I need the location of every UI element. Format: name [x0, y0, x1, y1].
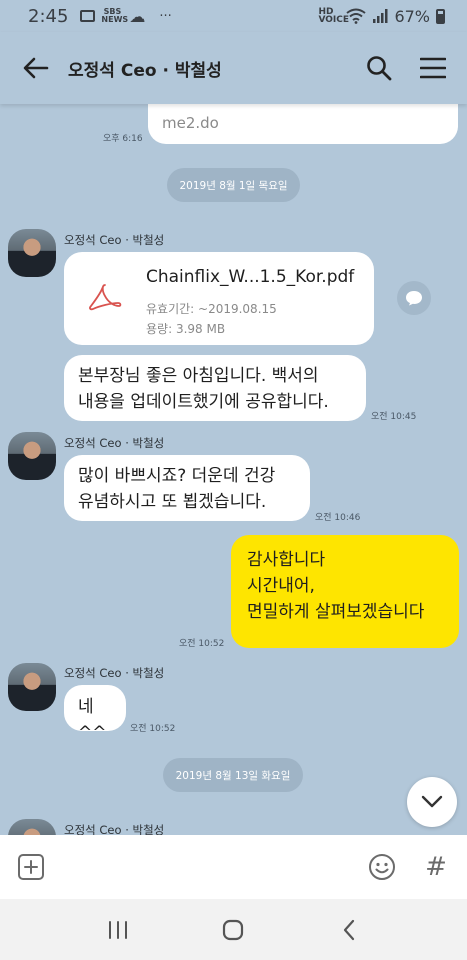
message-time: 오전 10:45 [371, 412, 417, 422]
more-notifications-icon: ··· [159, 8, 172, 24]
hd-voice-icon: HD VOICE [318, 7, 349, 25]
sender-name: 오정석 Ceo · 박철성 [64, 666, 165, 680]
message-text: 면밀하게 살펴보겠습니다 [247, 602, 425, 622]
sender-name: 오정석 Ceo · 박철성 [64, 823, 165, 835]
menu-button[interactable] [419, 54, 447, 82]
home-button[interactable] [218, 915, 248, 945]
recents-icon [108, 920, 127, 939]
message-text: 감사합니다 [247, 550, 326, 570]
sender-avatar[interactable] [8, 432, 56, 480]
message-time: 오전 10:52 [130, 724, 176, 734]
emoji-button[interactable] [367, 852, 397, 882]
message-text: 유념하시고 또 뵙겠습니다. [78, 492, 267, 512]
message-bubble[interactable]: 많이 바쁘시죠? 더운데 건강 유념하시고 또 뵙겠습니다. [64, 455, 310, 521]
date-divider: 2019년 8월 1일 목요일 [167, 168, 300, 202]
sender-avatar[interactable] [8, 819, 56, 835]
search-icon [367, 56, 392, 81]
message-input[interactable] [46, 845, 367, 889]
back-button[interactable] [20, 52, 52, 84]
wifi-icon [346, 8, 367, 24]
message-bubble[interactable]: 본부장님 좋은 아침입니다. 백서의 내용을 업데이트했기에 공유합니다. [64, 355, 366, 421]
message-text: 많이 바쁘시죠? 더운데 건강 [78, 466, 276, 486]
plus-square-icon [18, 854, 44, 880]
status-time: 2:45 [28, 5, 69, 27]
chat-title: 오정석 Ceo · 박철성 [68, 60, 222, 81]
nav-back-icon [344, 919, 355, 940]
arrow-left-icon [23, 57, 49, 79]
home-icon [223, 919, 244, 940]
message-text: 시간내어, [247, 576, 315, 596]
chat-message-list[interactable]: me2.do 오후 6:16 2019년 8월 1일 목요일 오정석 Ceo ·… [0, 104, 467, 835]
link-preview-bubble[interactable]: me2.do [148, 104, 458, 144]
date-divider: 2019년 8월 13일 화요일 [163, 758, 303, 792]
message-text: 본부장님 좋은 아침입니다. 백서의 [78, 366, 319, 386]
recents-button[interactable] [103, 915, 133, 945]
status-system-icons: HD VOICE 67% [318, 7, 445, 26]
my-message-bubble[interactable]: 감사합니다 시간내어, 면밀하게 살펴보겠습니다 [231, 535, 459, 648]
file-name: Chainflix_W...1.5_Kor.pdf [146, 267, 355, 287]
message-time: 오후 6:16 [103, 134, 143, 144]
sender-avatar[interactable] [8, 229, 56, 277]
message-bubble[interactable]: 네^^ [64, 685, 126, 743]
chevron-down-icon [421, 795, 443, 808]
hashtag-button[interactable]: # [421, 852, 451, 882]
sbs-news-icon: SBS NEWS [101, 7, 129, 24]
hamburger-menu-icon [420, 57, 446, 79]
status-notification-icons: SBS NEWS ☁ ··· [80, 6, 172, 26]
signal-icon [373, 9, 388, 23]
share-bubble-icon [406, 291, 422, 306]
cloud-icon: ☁ [129, 6, 146, 26]
link-preview-domain: me2.do [162, 114, 219, 132]
sender-name: 오정석 Ceo · 박철성 [64, 436, 165, 450]
file-attachment-bubble[interactable]: Chainflix_W...1.5_Kor.pdf 유효기간: ~2019.08… [64, 252, 374, 345]
message-time: 오전 10:52 [179, 639, 225, 649]
chat-header: 오정석 Ceo · 박철성 [0, 32, 467, 104]
nav-back-button[interactable] [334, 915, 364, 945]
attach-button[interactable] [16, 852, 46, 882]
scroll-to-bottom-button[interactable] [407, 777, 457, 827]
search-button[interactable] [365, 54, 393, 82]
message-text: 네^^ [78, 697, 107, 743]
pdf-icon [89, 284, 122, 311]
message-text: 내용을 업데이트했기에 공유합니다. [78, 392, 329, 412]
sender-name: 오정석 Ceo · 박철성 [64, 233, 165, 247]
message-time: 오전 10:46 [315, 513, 361, 523]
status-bar: 2:45 SBS NEWS ☁ ··· HD VOICE 67% [0, 0, 467, 32]
gallery-icon [80, 10, 96, 22]
battery-icon [436, 8, 445, 24]
share-button[interactable] [397, 281, 431, 315]
system-nav-bar [0, 899, 467, 960]
battery-level: 67% [394, 6, 430, 26]
smiley-icon [369, 854, 395, 880]
file-size: 용량: 3.98 MB [146, 322, 226, 336]
sender-avatar[interactable] [8, 663, 56, 711]
message-input-bar: # [0, 835, 467, 899]
